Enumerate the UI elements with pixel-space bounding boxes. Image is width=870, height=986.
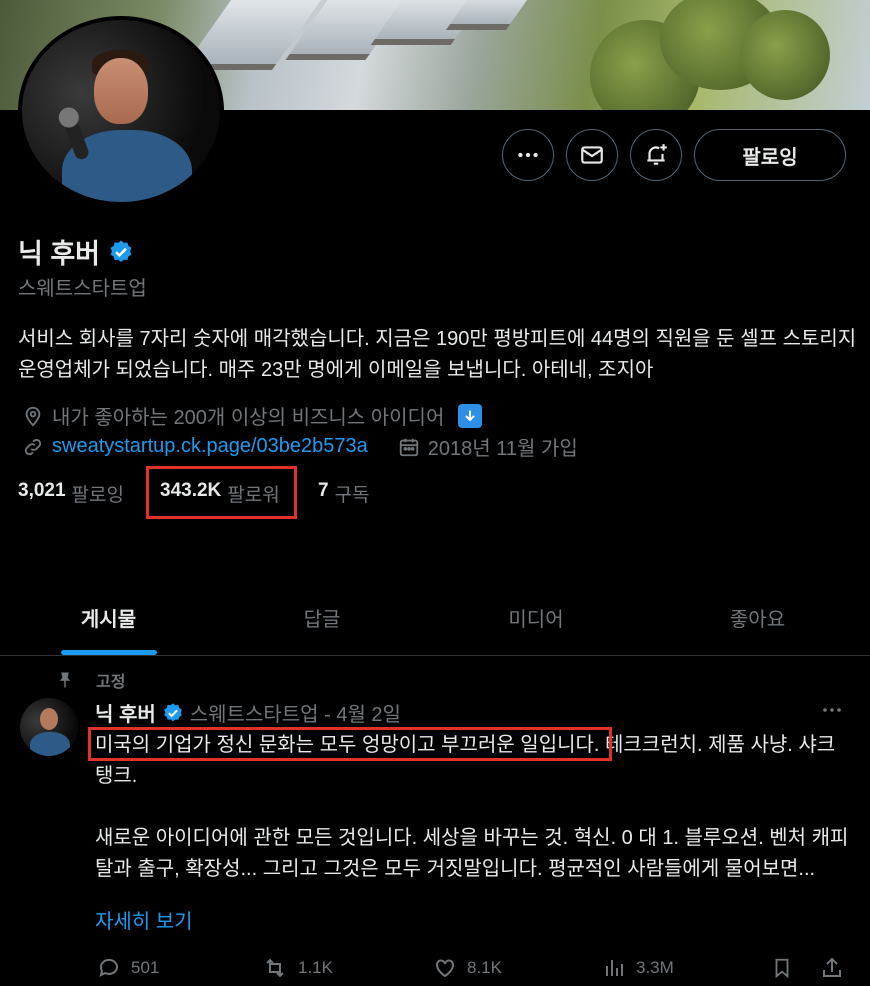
profile-handle: 스웨트스타트업 <box>18 278 147 300</box>
profile-name: 닉 후버 <box>18 239 101 269</box>
calendar-icon <box>399 438 418 456</box>
post-header: 닉 후버 스웨트스타트업 - 4월 2일 <box>95 698 401 727</box>
bookmark-icon <box>775 958 789 979</box>
post-paragraph-2: 새로운 아이디어에 관한 모든 것입니다. 세상을 바꾸는 것. 혁신. 0 대… <box>95 827 849 880</box>
message-button[interactable] <box>566 129 618 181</box>
pin-icon <box>59 672 71 689</box>
more-options-button[interactable] <box>502 129 554 181</box>
more-icon <box>518 152 538 158</box>
analytics-icon <box>606 960 623 976</box>
post-highlight-box <box>88 727 612 761</box>
tab-media[interactable]: 미디어 <box>427 580 645 655</box>
subscriptions-stat[interactable]: 7 구독 <box>318 480 370 507</box>
reply-count: 501 <box>131 958 160 977</box>
tab-replies[interactable]: 답글 <box>217 580 427 655</box>
down-arrow-icon <box>458 403 483 428</box>
repost-count: 1.1K <box>298 958 333 977</box>
share-button[interactable] <box>820 956 844 980</box>
heart-icon <box>436 959 454 978</box>
location-icon <box>25 406 41 426</box>
verified-badge-icon[interactable] <box>108 239 134 265</box>
like-button[interactable]: 8.1K <box>433 956 502 980</box>
repost-icon <box>266 958 284 978</box>
profile-website-link[interactable]: sweatystartup.ck.page/03be2b573a <box>52 435 368 458</box>
profile-bio: 서비스 회사를 7자리 숫자에 매각했습니다. 지금은 190만 평방피트에 4… <box>18 328 857 381</box>
bookmark-button[interactable] <box>771 956 793 980</box>
following-label: 팔로잉 <box>71 485 124 506</box>
repost-button[interactable]: 1.1K <box>262 956 333 980</box>
post-meta[interactable]: 스웨트스타트업 - 4월 2일 <box>190 698 401 727</box>
pinned-text: 고정 <box>96 674 126 691</box>
views-button[interactable]: 3.3M <box>602 956 674 980</box>
reply-icon <box>99 958 118 977</box>
bell-plus-icon <box>647 144 667 165</box>
more-icon <box>823 708 841 712</box>
following-stat[interactable]: 3,021 팔로잉 <box>18 480 124 507</box>
tab-posts[interactable]: 게시물 <box>0 580 217 655</box>
joined-date: 2018년 11월 가입 <box>427 438 578 460</box>
following-count: 3,021 <box>18 480 66 501</box>
post-more-button[interactable] <box>820 698 844 722</box>
subscriptions-count: 7 <box>318 480 329 501</box>
post-avatar[interactable] <box>20 698 78 756</box>
profile-meta-line: sweatystartup.ck.page/03be2b573a 2018년 1… <box>22 432 578 461</box>
share-icon <box>823 957 841 977</box>
tab-likes[interactable]: 좋아요 <box>645 580 870 655</box>
profile-avatar[interactable] <box>18 16 224 206</box>
mail-icon <box>581 146 603 164</box>
pinned-label: 고정 <box>56 668 125 692</box>
link-icon <box>24 438 42 455</box>
profile-name-row: 닉 후버 <box>18 232 134 271</box>
post-author-name[interactable]: 닉 후버 <box>95 698 156 727</box>
followers-highlight-box <box>146 466 297 519</box>
profile-location: 내가 좋아하는 200개 이상의 비즈니스 아이디어 <box>22 401 483 430</box>
profile-tabs: 게시물 답글 미디어 좋아요 <box>0 580 870 656</box>
subscriptions-label: 구독 <box>334 485 370 506</box>
like-count: 8.1K <box>467 958 502 977</box>
views-count: 3.3M <box>636 958 674 977</box>
reply-button[interactable]: 501 <box>97 956 159 980</box>
show-more-link[interactable]: 자세히 보기 <box>95 905 193 934</box>
following-button[interactable]: 팔로잉 <box>694 129 846 181</box>
verified-badge-icon <box>163 702 182 721</box>
notifications-button[interactable] <box>630 129 682 181</box>
location-text: 내가 좋아하는 200개 이상의 비즈니스 아이디어 <box>52 407 445 429</box>
